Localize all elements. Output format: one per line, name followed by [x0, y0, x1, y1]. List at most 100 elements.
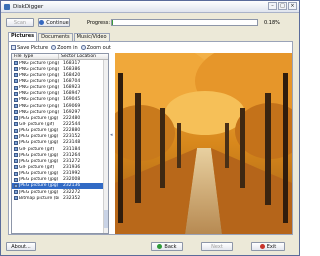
file-type: Bitmap picture (bmp): [19, 195, 59, 201]
file-icon: [14, 91, 18, 96]
save-picture-label: Save Picture: [17, 44, 49, 51]
close-button[interactable]: ×: [288, 2, 297, 10]
tab-strip: Pictures Documents Music/Video: [8, 32, 111, 41]
sector-location: 222480: [63, 115, 81, 121]
tab-music-video[interactable]: Music/Video: [73, 33, 110, 41]
stop-button[interactable]: Scan: [6, 18, 34, 27]
file-icon: [14, 159, 18, 164]
app-icon: [4, 3, 10, 10]
sector-location: 232136: [63, 183, 81, 189]
footer-bar: About... Back Next Exit: [1, 237, 299, 255]
sector-location: 223148: [63, 140, 81, 146]
sector-location: 168420: [63, 72, 81, 78]
next-button[interactable]: Next: [201, 242, 233, 251]
sector-location: 222880: [63, 128, 81, 134]
file-type: JPEG picture (jpg): [19, 134, 59, 140]
zoom-in-button[interactable]: Zoom in: [51, 45, 78, 51]
sector-location: 231992: [63, 171, 81, 177]
sector-location: 223152: [63, 134, 81, 140]
sector-location: 231264: [63, 152, 81, 158]
file-type: JPEG picture (jpg): [19, 140, 59, 146]
sector-location: 222544: [63, 121, 81, 127]
file-type: PNG picture (png): [19, 60, 59, 66]
file-type: PNG picture (png): [19, 91, 59, 97]
zoom-out-icon: [80, 45, 86, 50]
sector-location: 169297: [63, 109, 81, 115]
file-type: PNG picture (png): [19, 109, 59, 115]
file-icon: [14, 104, 18, 109]
file-type: PNG picture (png): [19, 66, 59, 72]
continue-button[interactable]: Continue: [38, 18, 70, 27]
progress-percent: 0.18%: [264, 20, 280, 26]
file-type: JPEG picture (jpg): [19, 158, 59, 164]
list-item[interactable]: Bitmap picture (bmp) 232352: [12, 195, 108, 201]
sector-location: 232352: [63, 195, 81, 201]
zoom-out-button[interactable]: Zoom out: [80, 44, 111, 51]
column-header-file-type[interactable]: File Type: [12, 54, 59, 59]
save-icon: [11, 45, 16, 50]
zoom-out-label: Zoom out: [86, 44, 111, 51]
panel-toolbar: Save Picture Zoom in Zoom out: [11, 43, 111, 52]
tab-pictures[interactable]: Pictures: [8, 32, 38, 41]
sector-location: 169045: [63, 97, 81, 103]
file-type: JPEG picture (jpg): [19, 189, 59, 195]
sector-location: 168704: [63, 78, 81, 84]
title-bar[interactable]: DiskDigger – □ ×: [1, 1, 299, 13]
sector-location: 168947: [63, 91, 81, 97]
scrollbar-thumb[interactable]: [104, 210, 108, 228]
file-type: JPEG picture (jpg): [19, 171, 59, 177]
file-type: GIF picture (gif): [19, 164, 55, 170]
tab-documents[interactable]: Documents: [38, 33, 73, 41]
file-list[interactable]: File Type Sector Location PNG picture (p…: [11, 53, 109, 234]
back-arrow-icon: [157, 244, 163, 249]
file-icon: [14, 196, 18, 201]
back-label: Back: [164, 243, 177, 250]
file-type: PNG picture (png): [19, 103, 59, 109]
file-icon: [14, 153, 18, 158]
file-icon: [14, 177, 18, 182]
file-icon: [14, 61, 18, 66]
maximize-button[interactable]: □: [278, 2, 287, 10]
file-type: JPEG picture (jpg): [19, 115, 59, 121]
continue-label: Continue: [46, 19, 69, 26]
column-header-sector-location[interactable]: Sector Location: [59, 54, 96, 59]
file-icon: [14, 110, 18, 115]
sector-location: 231936: [63, 164, 81, 170]
about-label: About...: [11, 243, 31, 250]
pictures-panel: Save Picture Zoom in Zoom out File Type …: [8, 41, 293, 235]
file-icon: [14, 116, 18, 121]
file-type: PNG picture (png): [19, 72, 59, 78]
progress-label: Progress:: [87, 20, 111, 26]
file-type: PNG picture (png): [19, 78, 59, 84]
list-scrollbar[interactable]: [103, 60, 108, 233]
sector-location: 231184: [63, 146, 81, 152]
file-icon: [14, 147, 18, 152]
back-button[interactable]: Back: [151, 242, 183, 251]
app-window: DiskDigger – □ × Scan Continue Progress:…: [0, 0, 300, 256]
file-type: GIF picture (gif): [19, 121, 55, 127]
file-icon: [14, 97, 18, 102]
file-icon: [14, 134, 18, 139]
progress-bar: [111, 19, 258, 26]
progress-fill: [112, 20, 114, 25]
preview-image: [115, 53, 292, 234]
file-icon: [14, 171, 18, 176]
picture-preview: [115, 53, 292, 234]
continue-icon: [39, 20, 45, 25]
save-picture-button[interactable]: Save Picture: [11, 45, 48, 51]
file-type: JPEG picture (jpg): [19, 177, 59, 183]
file-icon: [14, 79, 18, 84]
zoom-in-icon: [51, 45, 57, 50]
file-icon: [14, 67, 18, 72]
exit-icon: [259, 244, 265, 249]
sector-location: 169069: [63, 103, 81, 109]
zoom-in-label: Zoom in: [57, 44, 78, 51]
file-type: JPEG picture (jpg): [19, 128, 59, 134]
file-icon: [14, 183, 18, 188]
minimize-button[interactable]: –: [268, 2, 277, 10]
sector-location: 168923: [63, 85, 81, 91]
file-icon: [14, 140, 18, 145]
exit-button[interactable]: Exit: [251, 242, 285, 251]
file-type: JPEG picture (jpg): [19, 183, 59, 189]
about-button[interactable]: About...: [6, 242, 36, 251]
